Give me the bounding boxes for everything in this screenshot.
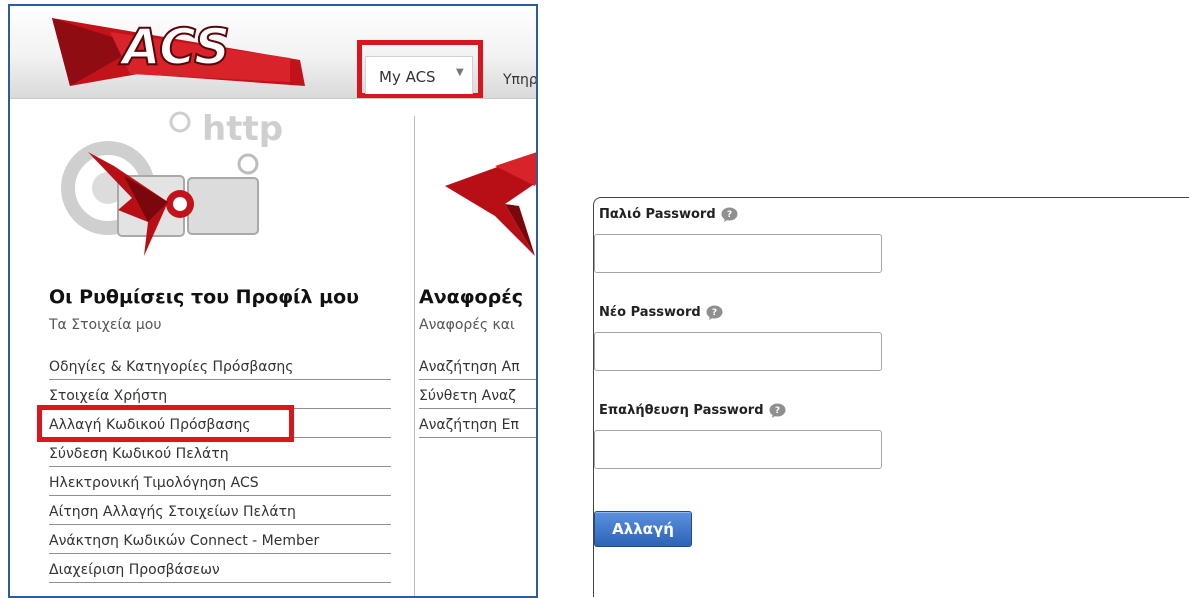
logo-text: ACS [118, 18, 230, 76]
svg-text:?: ? [712, 308, 717, 318]
tab-my-acs-label: My ACS [379, 68, 436, 86]
confirm-password-label-text: Επαλήθευση Password [599, 403, 764, 418]
change-password-form: Παλιό Password ? Νέο Password ? Επαλήθευ… [593, 197, 1189, 597]
change-password-highlight-box [37, 405, 294, 442]
link-connect-customer-code[interactable]: Σύνδεση Κωδικού Πελάτη [49, 443, 391, 467]
help-icon[interactable]: ? [769, 402, 786, 419]
link-search-returns[interactable]: Αναζήτηση Επ [419, 414, 536, 438]
acs-logo[interactable]: ACS [50, 12, 310, 90]
link-e-invoicing[interactable]: Ηλεκτρονική Τιμολόγηση ACS [49, 472, 391, 496]
reports-illustration [435, 106, 536, 271]
profile-settings-title: Οι Ρυθμίσεις του Προφίλ μου [49, 286, 359, 308]
link-customer-data-change-request[interactable]: Αίτηση Αλλαγής Στοιχείων Πελάτη [49, 501, 391, 525]
new-password-input[interactable] [594, 332, 882, 371]
link-advanced-search[interactable]: Σύνθετη Αναζ [419, 385, 536, 409]
old-password-label-text: Παλιό Password [599, 207, 716, 222]
profile-illustration: http [48, 106, 288, 271]
chevron-down-icon: ▼ [456, 67, 464, 78]
old-password-label: Παλιό Password ? [599, 206, 738, 223]
tab-my-acs[interactable]: My ACS ▼ [365, 56, 473, 94]
tab-services[interactable]: Υπηρ [503, 72, 536, 88]
confirm-password-label: Επαλήθευση Password ? [599, 402, 786, 419]
old-password-input[interactable] [594, 234, 882, 273]
change-password-button[interactable]: Αλλαγή [594, 511, 692, 547]
svg-text:?: ? [727, 210, 732, 220]
svg-text:?: ? [774, 406, 779, 416]
link-access-guidelines[interactable]: Οδηγίες & Κατηγορίες Πρόσβασης [49, 356, 391, 380]
link-recover-connect-codes[interactable]: Ανάκτηση Κωδικών Connect - Member [49, 530, 391, 554]
profile-settings-subtitle: Τα Στοιχεία μου [49, 317, 162, 333]
new-password-label: Νέο Password ? [599, 304, 723, 321]
profile-settings-links: Οδηγίες & Κατηγορίες Πρόσβασης Στοιχεία … [49, 356, 391, 588]
illustration-http-text: http [202, 109, 283, 149]
reports-links: Αναζήτηση Απ Σύνθετη Αναζ Αναζήτηση Επ [419, 356, 536, 443]
header-bar: ACS My ACS ▼ Υπηρ [10, 6, 536, 99]
help-icon[interactable]: ? [721, 206, 738, 223]
link-manage-access[interactable]: Διαχείριση Προσβάσεων [49, 559, 391, 583]
acs-site-panel: ACS My ACS ▼ Υπηρ http Οι Ρυθμίσεις του … [8, 4, 538, 598]
reports-subtitle: Αναφορές και [419, 317, 515, 333]
column-divider [414, 116, 415, 596]
confirm-password-input[interactable] [594, 430, 882, 469]
link-search-shipments[interactable]: Αναζήτηση Απ [419, 356, 536, 380]
new-password-label-text: Νέο Password [599, 305, 701, 320]
reports-title: Αναφορές [419, 286, 524, 308]
help-icon[interactable]: ? [706, 304, 723, 321]
